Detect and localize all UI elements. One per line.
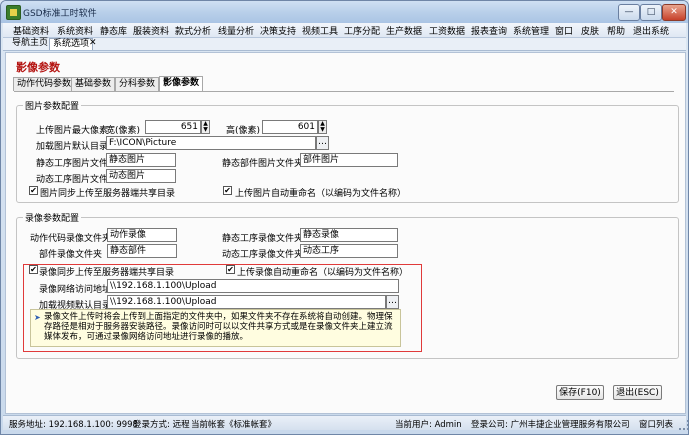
exit-button[interactable]: 退出(ESC) <box>613 385 662 400</box>
menu-wage-data[interactable]: 工资数据 <box>429 24 465 37</box>
subtab-basic[interactable]: 基础参数 <box>71 77 116 91</box>
menu-basic-data[interactable]: 基础资料 <box>13 24 49 37</box>
video-sync-checkbox[interactable]: ✔ <box>29 265 38 274</box>
static-process-image-input[interactable]: 静态图片 <box>106 153 176 167</box>
static-part-image-label: 静态部件图片文件夹 <box>222 159 304 169</box>
menu-system-data[interactable]: 系统资料 <box>57 24 93 37</box>
menu-production-data[interactable]: 生产数据 <box>386 24 422 37</box>
width-label: 宽(像素) <box>106 126 141 136</box>
height-input[interactable]: 601 <box>262 120 318 134</box>
current-user: 当前用户: Admin <box>395 420 462 430</box>
video-rename-label: 上传录像自动重命名（以编码为文件名称） <box>237 268 409 278</box>
image-rename-label: 上传图片自动重命名（以编码为文件名称） <box>235 189 407 199</box>
menu-help[interactable]: 帮助 <box>607 24 625 37</box>
video-rename-checkbox[interactable]: ✔ <box>226 265 235 274</box>
menu-report-query[interactable]: 报表查询 <box>471 24 507 37</box>
menu-skin[interactable]: 皮肤 <box>581 24 599 37</box>
static-process-image-label: 静态工序图片文件夹 <box>36 159 118 169</box>
dynamic-process-video-input[interactable]: 动态工序 <box>300 244 398 258</box>
image-config-legend: 图片参数配置 <box>23 99 82 112</box>
static-process-video-label: 静态工序录像文件夹 <box>222 234 304 244</box>
subtab-category[interactable]: 分科参数 <box>115 77 160 91</box>
subtab-divider <box>14 91 674 92</box>
info-note-text: 录像文件上传时将会上传到上面指定的文件夹中，如果文件夹不存在系统将自动创建。物理… <box>44 312 393 342</box>
document-tab-strip: 导航主页 系统选项 ✕ <box>3 38 686 51</box>
video-url-label: 录像网络访问地址 <box>39 285 112 295</box>
info-note: ➤ 录像文件上传时将会上传到上面指定的文件夹中，如果文件夹不存在系统将自动创建。… <box>30 309 401 347</box>
maximize-button[interactable]: □ <box>640 4 662 21</box>
menu-garment-data[interactable]: 服装资料 <box>133 24 169 37</box>
status-bar: 服务地址: 192.168.1.100: 9998 登录方式: 远程 当前帐套《… <box>3 415 688 430</box>
video-url-input[interactable]: \\192.168.1.100\Upload <box>107 279 399 293</box>
action-code-video-label: 动作代码录像文件夹 <box>30 234 112 244</box>
menu-style-analysis[interactable]: 款式分析 <box>175 24 211 37</box>
menu-decision-support[interactable]: 决策支持 <box>260 24 296 37</box>
login-company: 登录公司: 广州丰捷企业管理服务有限公司 <box>471 420 630 430</box>
settings-panel: 影像参数 动作代码参数 基础参数 分科参数 影像参数 图片参数配置 上传图片最大… <box>5 52 686 414</box>
height-label: 高(像素) <box>226 126 261 136</box>
dynamic-process-image-input[interactable]: 动态图片 <box>106 169 176 183</box>
width-spinner[interactable]: ▲ ▼ <box>201 120 210 134</box>
dynamic-process-video-label: 动态工序录像文件夹 <box>222 250 304 260</box>
window-title: GSD标准工时软件 <box>23 9 97 19</box>
image-load-dir-input[interactable]: F:\ICON\Picture <box>106 136 316 150</box>
info-arrow-icon: ➤ <box>34 313 41 322</box>
image-sync-label: 图片同步上传至服务器端共享目录 <box>40 189 176 199</box>
title-bar: GSD标准工时软件 — □ ✕ <box>1 1 688 23</box>
width-input[interactable]: 651 <box>145 120 201 134</box>
part-video-input[interactable]: 静态部件 <box>107 244 177 258</box>
menu-process-allocation[interactable]: 工序分配 <box>344 24 380 37</box>
video-sync-label: 录像同步上传至服务器端共享目录 <box>39 268 175 278</box>
image-load-dir-label: 加载图片默认目录 <box>36 142 109 152</box>
close-button[interactable]: ✕ <box>662 4 686 21</box>
image-rename-checkbox[interactable]: ✔ <box>223 186 232 195</box>
server-address: 服务地址: 192.168.1.100: 9998 <box>9 420 138 430</box>
menu-exit-system[interactable]: 退出系统 <box>633 24 669 37</box>
app-logo-icon <box>6 5 21 20</box>
menu-thread-analysis[interactable]: 线量分析 <box>218 24 254 37</box>
minimize-button[interactable]: — <box>618 4 640 21</box>
video-config-legend: 录像参数配置 <box>23 211 82 224</box>
image-sync-checkbox[interactable]: ✔ <box>29 186 38 195</box>
tab-home[interactable]: 导航主页 <box>9 38 51 49</box>
video-load-dir-input[interactable]: \\192.168.1.100\Upload <box>107 295 386 309</box>
height-spinner[interactable]: ▲ ▼ <box>318 120 327 134</box>
static-process-video-input[interactable]: 静态录像 <box>300 228 398 242</box>
current-account: 当前帐套《标准帐套》 <box>191 420 277 430</box>
window-list-button[interactable]: 窗口列表 <box>639 418 673 430</box>
dynamic-process-image-label: 动态工序图片文件夹 <box>36 175 118 185</box>
action-code-video-input[interactable]: 动作录像 <box>107 228 177 242</box>
part-video-label: 部件录像文件夹 <box>39 250 103 260</box>
login-mode: 登录方式: 远程 <box>133 420 190 430</box>
subtab-action-code[interactable]: 动作代码参数 <box>13 77 76 91</box>
video-browse-button[interactable]: … <box>386 295 399 309</box>
page-title: 影像参数 <box>16 61 60 74</box>
menu-bar: 基础资料 系统资料 静态库 服装资料 款式分析 线量分析 决策支持 视频工具 工… <box>3 23 686 38</box>
menu-system-admin[interactable]: 系统管理 <box>513 24 549 37</box>
tab-close-icon[interactable]: ✕ <box>89 38 97 49</box>
static-part-image-input[interactable]: 部件图片 <box>300 153 398 167</box>
main-window: GSD标准工时软件 — □ ✕ 基础资料 系统资料 静态库 服装资料 款式分析 … <box>0 0 689 435</box>
menu-static-library[interactable]: 静态库 <box>100 24 127 37</box>
tab-system-options[interactable]: 系统选项 <box>49 38 94 50</box>
max-pixels-label: 上传图片最大像素 <box>36 126 109 136</box>
image-browse-button[interactable]: … <box>316 136 329 150</box>
resize-grip-icon[interactable] <box>679 420 688 430</box>
save-button[interactable]: 保存(F10) <box>556 385 604 400</box>
menu-window[interactable]: 窗口 <box>555 24 573 37</box>
menu-video-tools[interactable]: 视频工具 <box>302 24 338 37</box>
subtab-image[interactable]: 影像参数 <box>159 76 204 92</box>
